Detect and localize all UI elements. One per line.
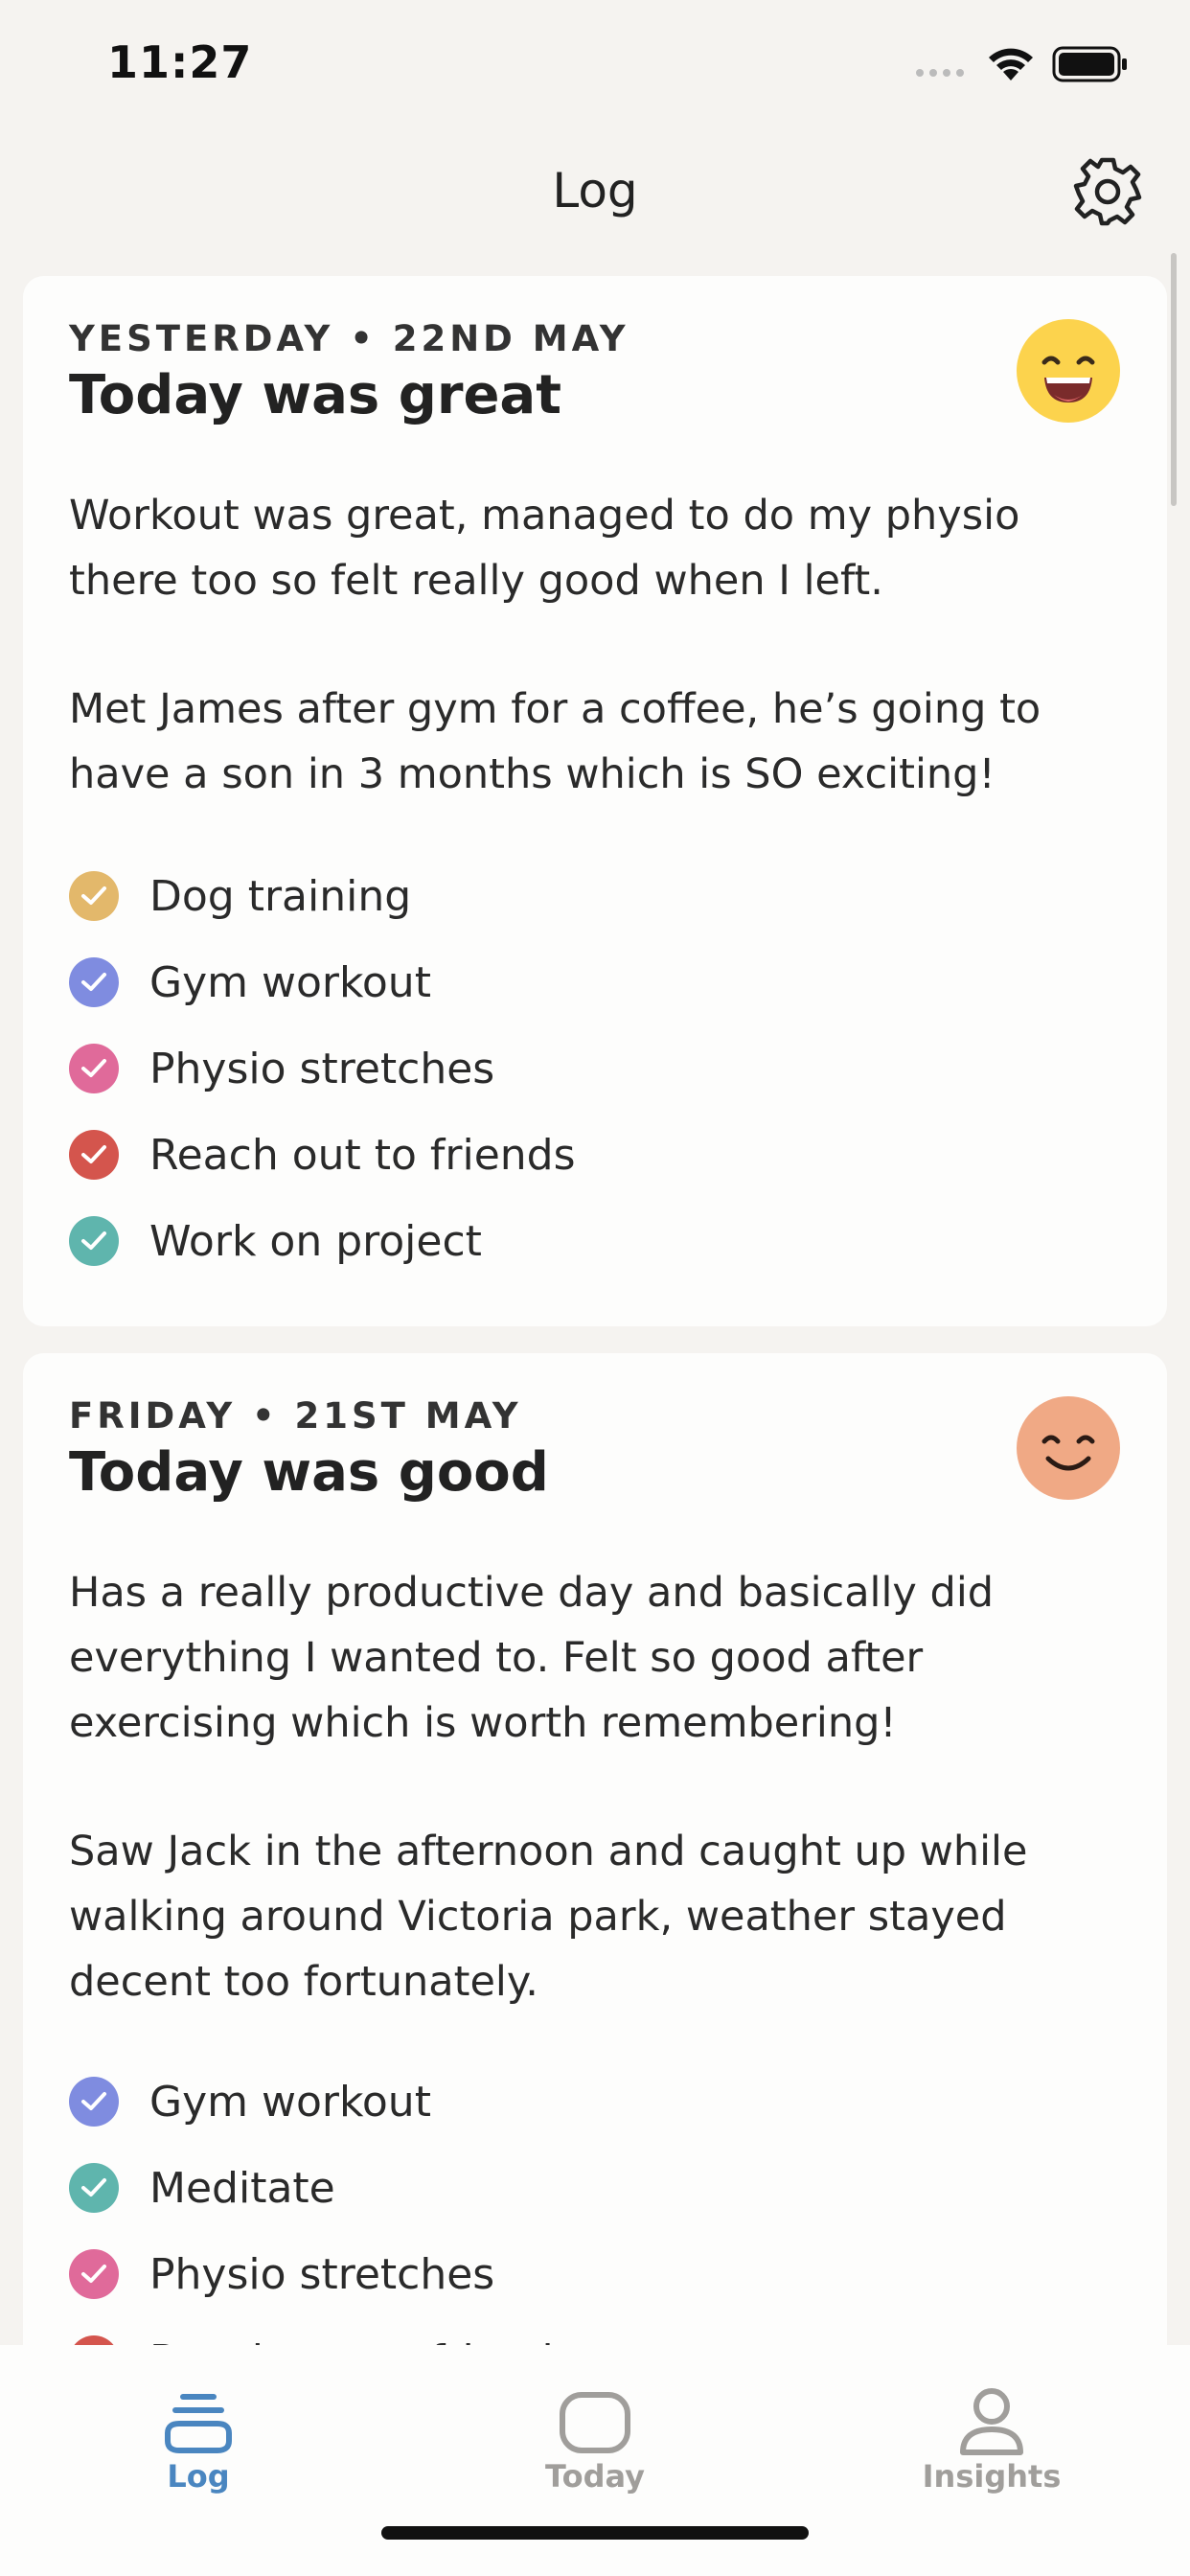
log-stack-icon (165, 2394, 232, 2453)
habit-label: Meditate (149, 2163, 335, 2213)
checkmark-icon (69, 2249, 119, 2299)
habit-label: Work on project (149, 1216, 482, 1266)
page-title: Log (552, 163, 638, 218)
habit-list: Gym workout Meditate Physio stretches Re… (69, 2058, 1133, 2345)
scroll-indicator[interactable] (1171, 253, 1177, 506)
status-time: 11:27 (107, 36, 253, 88)
entry-date: YESTERDAY • 22ND MAY (69, 318, 629, 359)
entry-title: Today was good (69, 1441, 549, 1504)
nav-bar: Log (0, 125, 1190, 268)
habit-list: Dog training Gym workout Physio stretche… (69, 853, 1133, 1284)
smiling-face-icon (1017, 1396, 1120, 1500)
habit-label: Gym workout (149, 957, 431, 1007)
checkmark-icon (69, 1216, 119, 1266)
habit-item: Gym workout (69, 939, 1133, 1025)
tab-label: Today (545, 2458, 645, 2495)
entry-notes: Workout was great, managed to do my phys… (69, 483, 1133, 807)
cellular-signal-icon (916, 69, 964, 77)
habit-item: Physio stretches (69, 2231, 1133, 2317)
person-icon (960, 2388, 1023, 2455)
tab-insights[interactable]: Insights (793, 2345, 1190, 2508)
log-entry-card[interactable]: YESTERDAY • 22ND MAY Today was great Wor… (23, 276, 1167, 1326)
wifi-icon (989, 48, 1033, 80)
checkmark-icon (69, 2335, 119, 2345)
tab-bar: Log Today Insights (0, 2345, 1190, 2576)
checkmark-icon (69, 871, 119, 921)
checkmark-icon (69, 2077, 119, 2127)
home-indicator[interactable] (381, 2526, 809, 2540)
entry-title: Today was great (69, 364, 561, 426)
tab-label: Log (167, 2458, 230, 2495)
tab-log[interactable]: Log (0, 2345, 397, 2508)
habit-label: Reach out to friends (149, 2336, 576, 2346)
habit-item: Meditate (69, 2145, 1133, 2231)
habit-label: Physio stretches (149, 2249, 495, 2299)
habit-label: Dog training (149, 871, 412, 921)
habit-item: Reach out to friends (69, 1112, 1133, 1198)
entry-paragraph: Workout was great, managed to do my phys… (69, 492, 1020, 605)
gear-icon[interactable] (1069, 153, 1146, 230)
log-list[interactable]: YESTERDAY • 22ND MAY Today was great Wor… (0, 272, 1190, 2345)
checkmark-icon (69, 2163, 119, 2213)
today-square-icon (560, 2392, 630, 2453)
habit-label: Gym workout (149, 2077, 431, 2127)
battery-icon (1052, 46, 1127, 82)
entry-date: FRIDAY • 21ST MAY (69, 1395, 522, 1437)
habit-item: Gym workout (69, 2058, 1133, 2145)
entry-paragraph: Has a really productive day and basicall… (69, 1569, 995, 1747)
tab-today[interactable]: Today (397, 2345, 793, 2508)
checkmark-icon (69, 1044, 119, 1093)
habit-label: Reach out to friends (149, 1130, 576, 1180)
entry-paragraph: Saw Jack in the afternoon and caught up … (69, 1828, 1028, 2006)
habit-item: Physio stretches (69, 1025, 1133, 1112)
checkmark-icon (69, 957, 119, 1007)
tab-label: Insights (922, 2458, 1062, 2495)
habit-item: Reach out to friends (69, 2317, 1133, 2345)
habit-item: Dog training (69, 853, 1133, 939)
log-entry-card[interactable]: FRIDAY • 21ST MAY Today was good Has a r… (23, 1353, 1167, 2345)
entry-paragraph: Met James after gym for a coffee, he’s g… (69, 685, 1041, 798)
checkmark-icon (69, 1130, 119, 1180)
habit-item: Work on project (69, 1198, 1133, 1284)
grinning-face-icon (1017, 319, 1120, 423)
status-bar: 11:27 (0, 0, 1190, 125)
entry-notes: Has a really productive day and basicall… (69, 1560, 1133, 2014)
habit-label: Physio stretches (149, 1044, 495, 1093)
